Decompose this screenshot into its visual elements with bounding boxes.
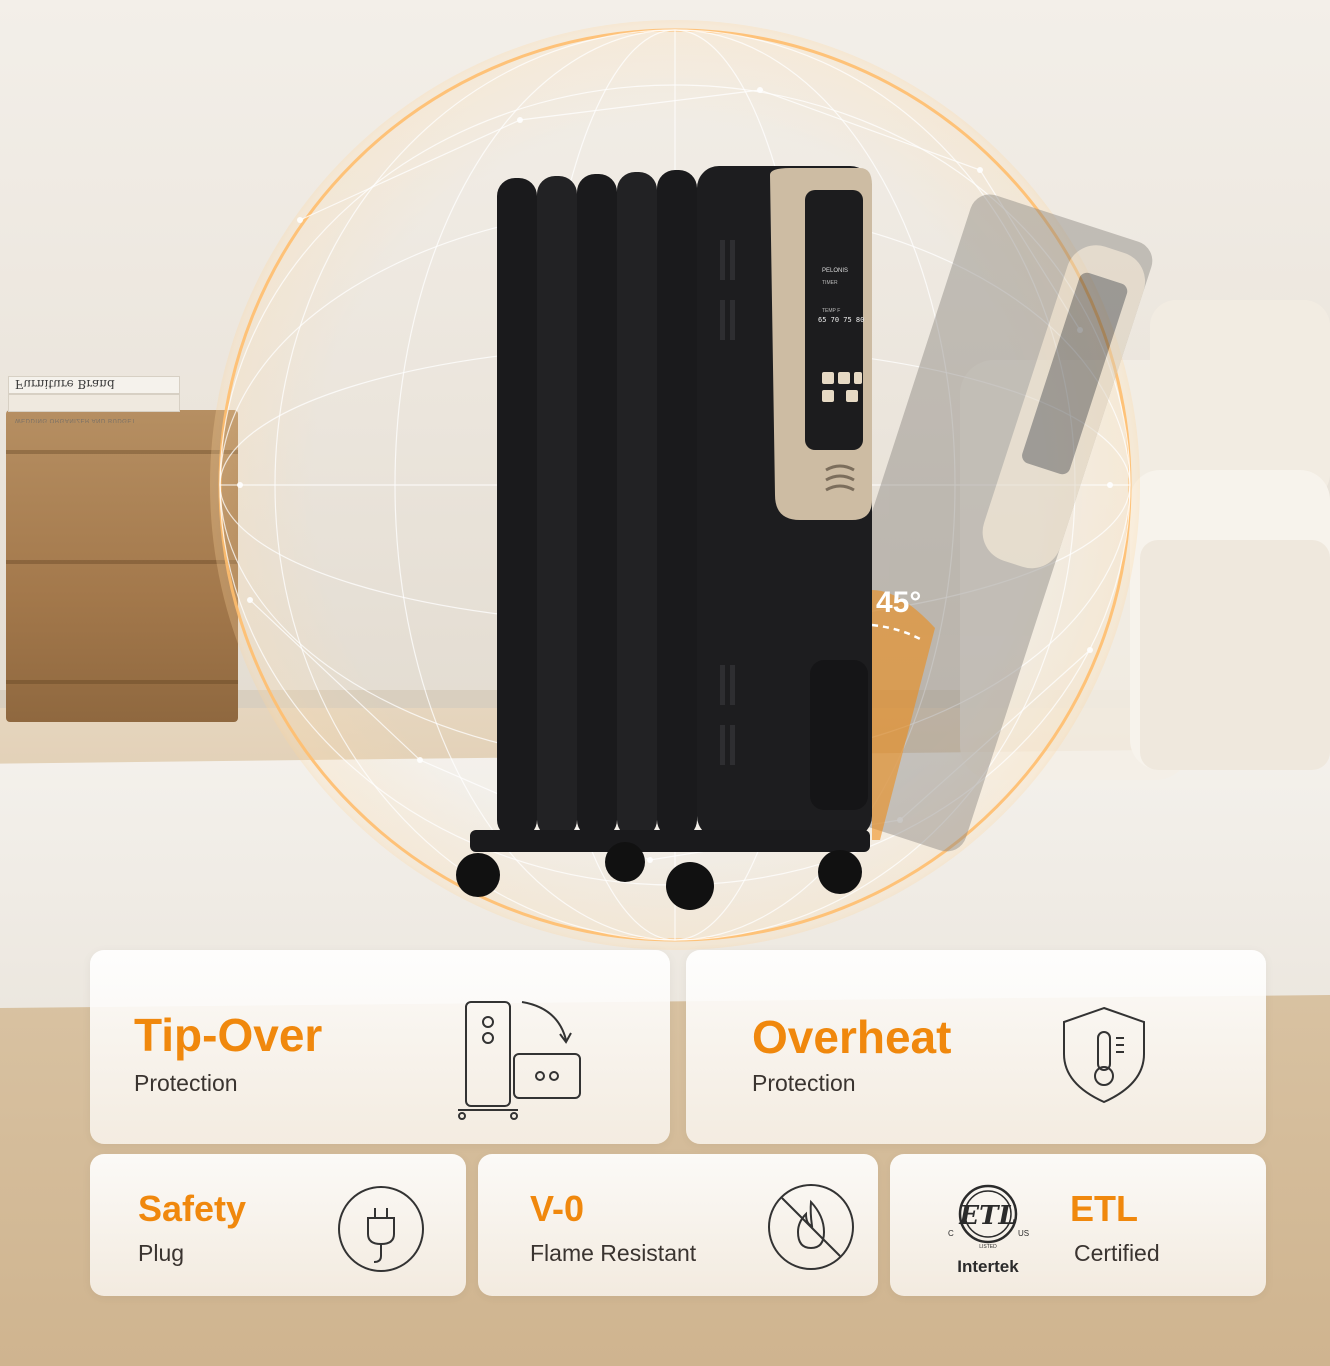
svg-text:LISTED: LISTED [979,1244,997,1250]
flame-icon [768,1184,854,1270]
tip-over-icon [458,1001,581,1120]
feature-title: Overheat [752,1011,952,1063]
feature-subtitle: Protection [134,1070,238,1096]
feature-subtitle: Plug [138,1240,185,1266]
feature-title: V-0 [530,1188,585,1229]
cord-wrap [810,660,868,810]
heater-base [470,830,870,852]
feature-subtitle: Protection [752,1070,856,1096]
feature-title: Tip-Over [134,1009,323,1061]
svg-text:US: US [1018,1229,1029,1238]
feature-card-safety-plug: Safety Plug [90,1154,466,1296]
svg-text:Intertek: Intertek [957,1257,1019,1276]
oil-heater: 45° PELONIS TIMER TEMP F 65 70 75 80 [456,166,1153,910]
feature-card-flame-resistant: V-0 Flame Resistant [478,1154,878,1296]
feature-card-overheat: Overheat Protection [686,950,1266,1144]
feature-title: ETL [1070,1188,1138,1229]
etl-logo: ETL C US LISTED Intertek [948,1184,1029,1276]
svg-text:C: C [948,1229,954,1238]
thermometer-shield-icon [1063,1006,1145,1104]
feature-card-etl: ETL C US LISTED Intertek ETL Certified [890,1154,1266,1296]
feature-title: Safety [138,1188,247,1229]
feature-subtitle: Flame Resistant [530,1240,697,1266]
feature-card-tip-over: Tip-Over Protection [90,950,670,1144]
svg-text:ETL: ETL [958,1201,1016,1231]
svg-text:TEMP F: TEMP F [822,308,840,314]
svg-text:65 70 75 80: 65 70 75 80 [818,316,864,324]
svg-text:TIMER: TIMER [822,280,838,286]
plug-icon [338,1186,424,1272]
svg-text:PELONIS: PELONIS [822,268,848,274]
feature-subtitle: Certified [1074,1240,1160,1266]
tilt-label: 45° [876,586,921,619]
